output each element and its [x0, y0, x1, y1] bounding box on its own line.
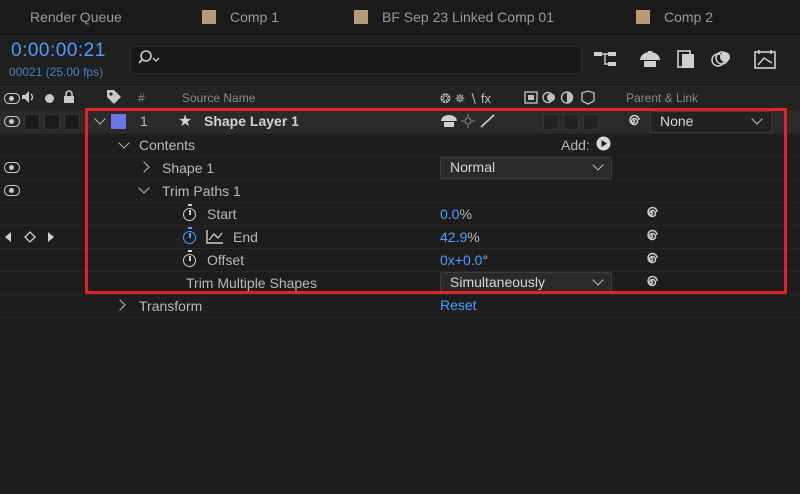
offset-label: Offset: [207, 252, 245, 268]
graph-editor-icon[interactable]: [752, 48, 778, 70]
comp-swatch-icon: [202, 10, 216, 24]
layer-label-color-swatch[interactable]: [111, 114, 126, 129]
end-expression-pickwhip-icon[interactable]: [642, 227, 660, 245]
video-eye-icon[interactable]: [4, 93, 20, 104]
current-timecode[interactable]: 0:00:00:21: [11, 40, 106, 62]
transform-reset-link[interactable]: Reset: [440, 297, 477, 313]
start-expression-pickwhip-icon[interactable]: [642, 204, 660, 222]
tab-bf-sep-23[interactable]: BF Sep 23 Linked Comp 01: [354, 0, 554, 34]
lock-toggle-box[interactable]: [64, 114, 80, 130]
start-property-row: [0, 202, 800, 226]
offset-expression-pickwhip-icon[interactable]: [642, 250, 660, 268]
label-tag-icon[interactable]: [106, 89, 122, 105]
solo-toggle-box[interactable]: [44, 114, 60, 130]
column-source-name-header[interactable]: Source Name: [182, 91, 255, 105]
search-icon[interactable]: [138, 49, 160, 67]
motion-blur-switch-box[interactable]: [583, 114, 599, 130]
column-number-header: #: [138, 91, 145, 105]
end-stopwatch-icon[interactable]: [183, 227, 196, 244]
composition-mini-flowchart-icon[interactable]: [592, 48, 618, 70]
motion-blur-icon[interactable]: [708, 48, 734, 70]
trim-paths-row: [0, 179, 800, 203]
transform-label[interactable]: Transform: [139, 298, 202, 314]
start-stopwatch-icon[interactable]: [183, 204, 196, 221]
frame-count: 00021 (25.00 fps): [9, 65, 104, 79]
tab-bar: Render Queue Comp 1 BF Sep 23 Linked Com…: [0, 0, 800, 35]
tab-render-queue[interactable]: Render Queue: [30, 0, 122, 34]
trim-multiple-shapes-label: Trim Multiple Shapes: [186, 275, 317, 291]
shape-1-row: [0, 156, 800, 180]
audio-speaker-icon[interactable]: [21, 90, 37, 104]
lock-icon[interactable]: [63, 90, 75, 104]
comp-swatch-icon: [354, 10, 368, 24]
switches-header-icons: [524, 90, 595, 105]
keyframe-navigator-icons[interactable]: [4, 231, 60, 243]
trim-multiple-shapes-dropdown[interactable]: Simultaneously: [440, 272, 612, 294]
end-property-row: [0, 225, 800, 249]
trim-paths-label[interactable]: Trim Paths 1: [162, 183, 241, 199]
end-label: End: [233, 229, 258, 245]
frame-blend-switch-box[interactable]: [563, 114, 579, 130]
trim-multiple-shapes-row: [0, 271, 800, 295]
layer-visibility-eye-icon[interactable]: [4, 116, 20, 127]
shape-1-label[interactable]: Shape 1: [162, 160, 214, 176]
shape-layer-star-icon: ★: [178, 113, 193, 130]
search-input[interactable]: [130, 46, 582, 74]
frame-blending-icon[interactable]: [673, 48, 699, 70]
comp-swatch-icon: [636, 10, 650, 24]
pick-whip-icon[interactable]: [624, 112, 642, 130]
contents-label: Contents: [139, 137, 196, 153]
offset-property-row: [0, 248, 800, 272]
layer-name[interactable]: Shape Layer 1: [204, 113, 299, 129]
start-label: Start: [207, 206, 237, 222]
offset-stopwatch-icon[interactable]: [183, 250, 196, 267]
offset-value[interactable]: 0x+0.0°: [440, 252, 488, 268]
add-label: Add:: [561, 137, 590, 153]
layer-switches-icons[interactable]: [440, 113, 500, 129]
solo-dot-icon[interactable]: [45, 94, 54, 103]
tab-comp-2[interactable]: Comp 2: [636, 0, 713, 34]
trim-paths-visibility-eye-icon[interactable]: [4, 185, 20, 196]
layer-number: 1: [140, 113, 148, 129]
column-parent-link-header[interactable]: Parent & Link: [626, 91, 698, 105]
switches-header: ❂ ✵ ∖ fx: [440, 91, 492, 106]
end-value[interactable]: 42.9%: [440, 229, 480, 245]
tab-comp-1[interactable]: Comp 1: [202, 0, 279, 34]
fx-switch-box[interactable]: [543, 114, 559, 130]
start-value[interactable]: 0.0%: [440, 206, 472, 222]
shape-visibility-eye-icon[interactable]: [4, 162, 20, 173]
audio-toggle-box[interactable]: [24, 114, 40, 130]
shy-layers-icon[interactable]: [637, 48, 663, 70]
trim-multiple-expression-pickwhip-icon[interactable]: [642, 273, 660, 291]
blend-mode-dropdown[interactable]: Normal: [440, 157, 612, 179]
add-menu-play-icon[interactable]: [596, 136, 611, 151]
graph-toggle-icon[interactable]: [206, 229, 224, 244]
